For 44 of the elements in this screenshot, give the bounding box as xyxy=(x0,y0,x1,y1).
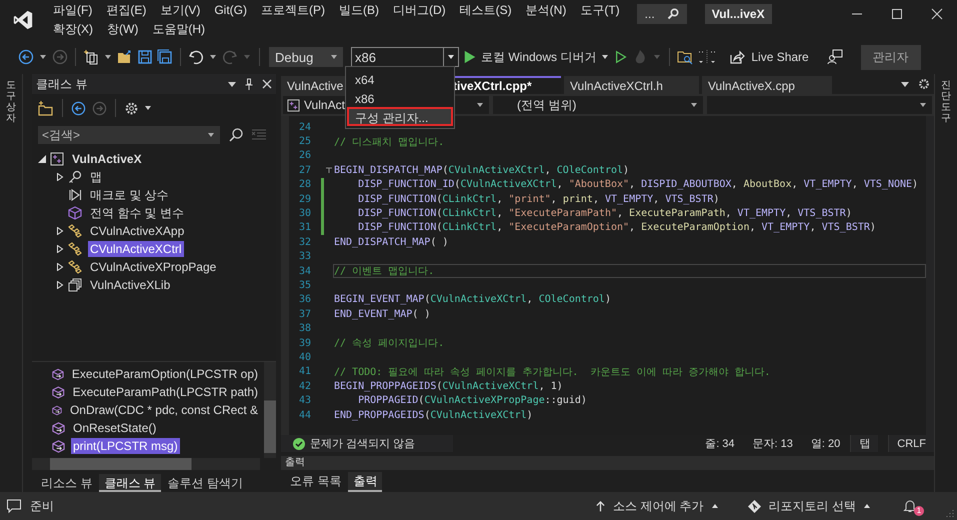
line-number: 42 xyxy=(298,380,311,392)
code-line: END_DISPATCH_MAP( ) xyxy=(334,236,448,248)
code-line: BEGIN_PROPPAGEIDS(CVulnActiveXCtrl, 1) xyxy=(334,380,563,392)
line-number: 32 xyxy=(298,236,311,248)
line-number: 40 xyxy=(298,352,311,363)
line-number: 33 xyxy=(298,251,311,262)
code-line: DISP_FUNCTION_ID(CVulnActiveXCtrl, "AboutBox", DISPID_ABOUTBOX, AboutBox, VT_EMPTY, VTS_NONE) xyxy=(357,179,918,190)
line-number: 35 xyxy=(298,280,311,291)
line-number: 30 xyxy=(298,208,311,220)
panel-title: 출력 xyxy=(285,457,305,469)
code-line: // 속성 페이지입니다. xyxy=(334,337,444,350)
line-number: 34 xyxy=(298,266,311,277)
line-number: 28 xyxy=(298,179,311,190)
code-line: DISP_FUNCTION(CLinkCtrl, "print", print, VT_EMPTY, VTS_BSTR) xyxy=(357,194,720,205)
code-line: // TODO: 필요에 따라 속성 페이지를 추가합니다. 카운트도 이에 따라 증가해야 합니다. xyxy=(334,366,770,379)
line-number: 37 xyxy=(298,308,311,320)
column-indicator: 열: 20 xyxy=(810,437,840,451)
code-line: END_EVENT_MAP( ) xyxy=(334,308,430,320)
char-indicator: 문자: 13 xyxy=(752,437,793,451)
code-line: DISP_FUNCTION(CLinkCtrl, "ExecuteParamPath", ExecuteParamPath, VT_EMPTY, VTS_BSTR) xyxy=(357,208,852,220)
code-line: DISP_FUNCTION(CLinkCtrl, "ExecuteParamOption", ExecuteParamOption, VT_EMPTY, VTS_BSTR) xyxy=(357,222,876,234)
line-number: 41 xyxy=(298,366,311,378)
status-text: 준비 xyxy=(30,498,54,514)
line-number: 39 xyxy=(298,338,311,349)
code-line: BEGIN_DISPATCH_MAP(CVulnActiveXCtrl, COleControl) xyxy=(334,164,630,176)
line-number: 27 xyxy=(298,164,311,176)
line-number: 44 xyxy=(298,410,311,420)
line-number: 43 xyxy=(298,395,311,406)
line-number: 26 xyxy=(298,150,311,162)
code-line: PROPPAGEID(CVulnActiveXPropPage::guid) xyxy=(357,395,587,406)
line-indicator: 줄: 34 xyxy=(705,437,735,451)
code-line: // 이벤트 맵입니다. xyxy=(334,265,434,278)
panel-title: 클래스 뷰 xyxy=(36,76,88,92)
code-line: END_PROPPAGEIDS(CVulnActiveXCtrl) xyxy=(334,410,533,420)
line-number: 24 xyxy=(298,122,311,133)
line-number: 31 xyxy=(298,222,311,234)
line-number: 25 xyxy=(298,136,311,148)
line-number: 38 xyxy=(298,323,311,334)
code-line: // 디스패치 맵입니다. xyxy=(334,136,444,149)
line-number: 29 xyxy=(298,194,311,205)
window-title: Vul...iveX xyxy=(704,4,772,24)
notification-count-badge: 1 xyxy=(914,506,924,516)
code-line: BEGIN_EVENT_MAP(CVulnActiveXCtrl, COleControl) xyxy=(334,294,611,306)
line-number: 36 xyxy=(298,294,311,306)
